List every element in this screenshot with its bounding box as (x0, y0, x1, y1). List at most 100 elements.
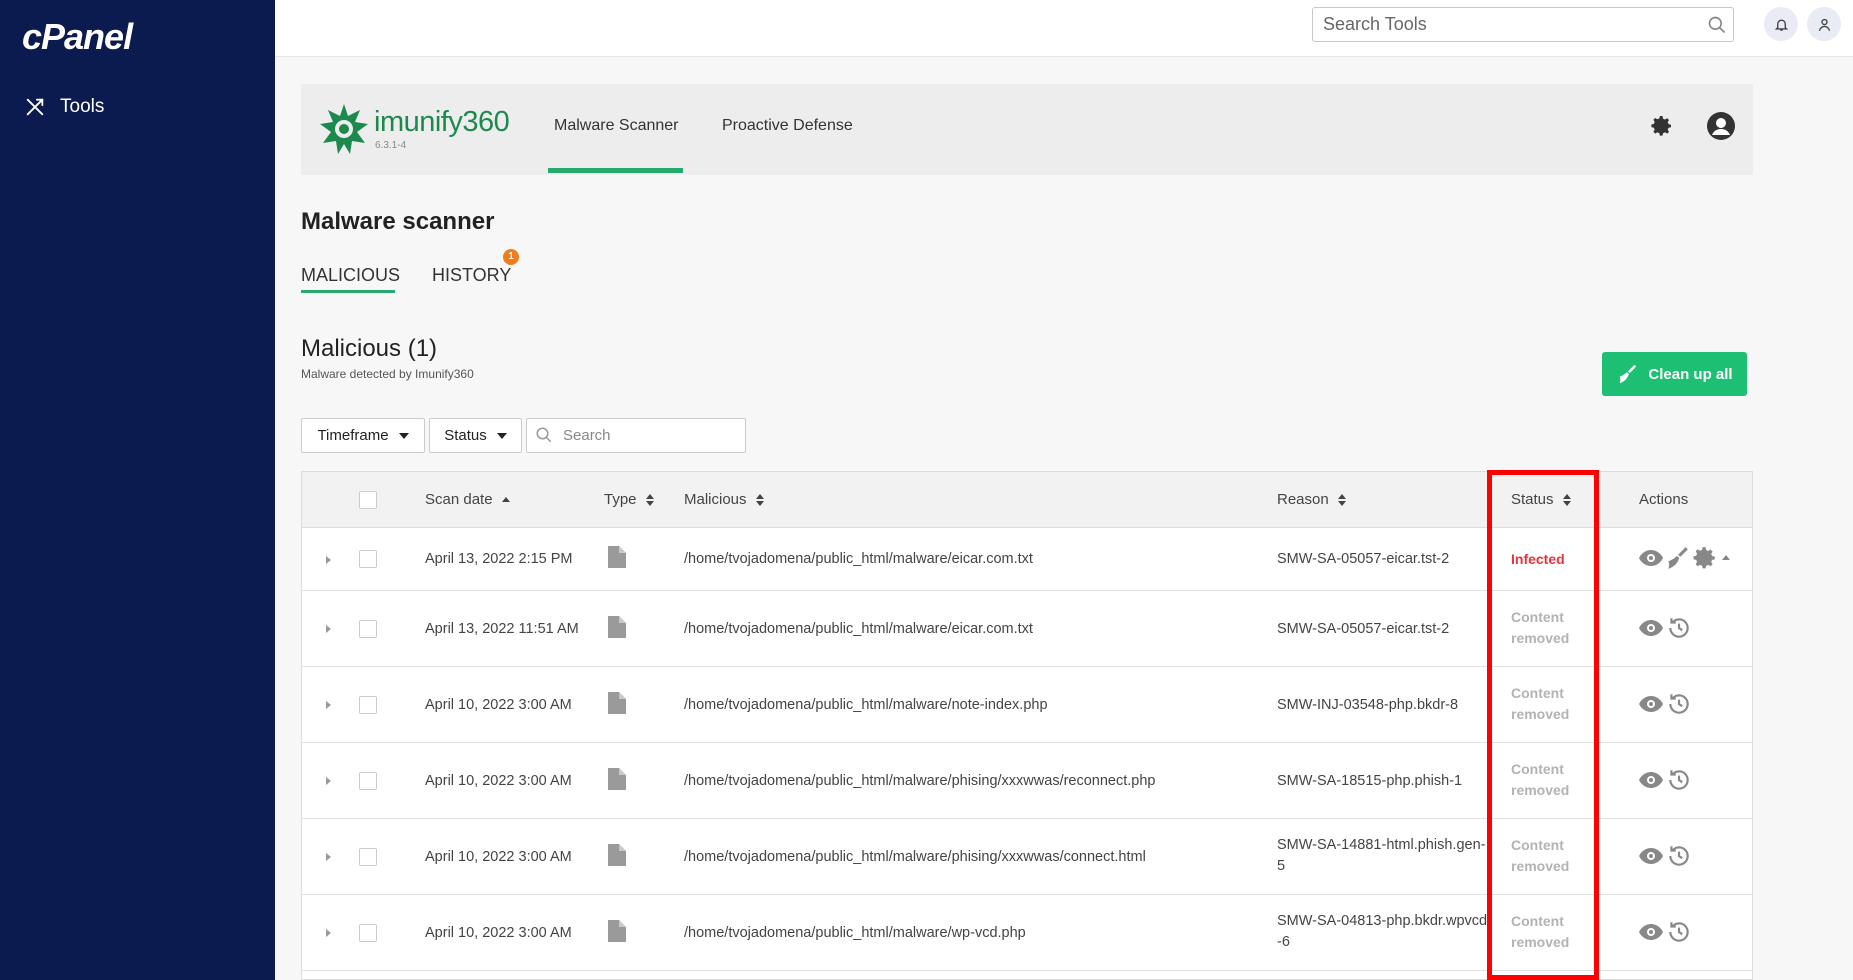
sort-icon (1337, 493, 1346, 506)
reason-line: SMW-SA-04813-php.bkdr.wpvcd (1277, 913, 1487, 929)
history-icon[interactable] (1666, 615, 1692, 641)
account-icon[interactable] (1706, 111, 1736, 141)
scan-date: April 10, 2022 3:00 AM (425, 773, 572, 789)
imunify-logo-icon (320, 104, 368, 154)
active-tab-indicator (548, 168, 683, 173)
file-icon (608, 920, 626, 942)
eye-icon[interactable] (1638, 545, 1664, 571)
top-bar (275, 0, 1853, 57)
section-subtitle: Malware detected by Imunify360 (301, 367, 474, 381)
tab-malware-scanner[interactable]: Malware Scanner (554, 117, 679, 135)
gear-icon[interactable] (1650, 114, 1674, 138)
scan-date: April 10, 2022 3:00 AM (425, 849, 572, 865)
header-reason[interactable]: Reason (1277, 491, 1346, 508)
tab-malicious[interactable]: MALICIOUS (301, 265, 400, 286)
history-icon[interactable] (1666, 919, 1692, 945)
caret-up-icon[interactable] (1722, 555, 1730, 560)
row-checkbox[interactable] (359, 924, 377, 942)
row-checkbox[interactable] (359, 550, 377, 568)
header-scan-date[interactable]: Scan date (425, 491, 510, 508)
tab-history[interactable]: HISTORY (432, 265, 511, 286)
malicious-path: /home/tvojadomena/public_html/malware/ei… (684, 621, 1033, 637)
reason-line: 5 (1277, 858, 1286, 874)
history-icon[interactable] (1666, 843, 1692, 869)
sidebar: cPanel Tools (0, 0, 275, 980)
file-icon (608, 616, 626, 638)
header-label: Scan date (425, 491, 493, 508)
page-title: Malware scanner (301, 208, 495, 235)
header-label: Reason (1277, 491, 1329, 508)
expand-row-icon[interactable] (326, 777, 331, 785)
sidebar-item-label: Tools (60, 96, 105, 117)
row-checkbox[interactable] (359, 848, 377, 866)
sidebar-item-tools[interactable]: Tools (24, 96, 104, 118)
search-input[interactable] (526, 418, 746, 453)
header-type[interactable]: Type (604, 491, 654, 508)
row-checkbox[interactable] (359, 772, 377, 790)
sort-asc-icon (501, 497, 510, 502)
scan-date: April 10, 2022 3:00 AM (425, 925, 572, 941)
broom-icon (1620, 364, 1637, 384)
eye-icon[interactable] (1638, 691, 1664, 717)
search-icon[interactable] (1707, 15, 1727, 35)
expand-row-icon[interactable] (326, 929, 331, 937)
history-badge: 1 (503, 249, 519, 265)
user-menu-button[interactable] (1807, 7, 1841, 41)
expand-row-icon[interactable] (326, 853, 331, 861)
reason: SMW-SA-18515-php.phish-1 (1277, 773, 1463, 789)
eye-icon[interactable] (1638, 843, 1664, 869)
file-icon (608, 546, 626, 568)
imunify-header: imunify360 6.3.1-4 Malware Scanner Proac… (301, 84, 1753, 175)
reason: SMW-SA-04813-php.bkdr.wpvcd -6 (1277, 911, 1487, 953)
history-icon[interactable] (1666, 767, 1692, 793)
gear-icon[interactable] (1692, 545, 1718, 571)
sort-icon (645, 493, 654, 506)
tools-icon (26, 98, 44, 116)
search-tools-input[interactable] (1312, 7, 1734, 42)
status-dropdown[interactable]: Status (429, 418, 522, 453)
header-label: Malicious (684, 491, 747, 508)
malicious-path: /home/tvojadomena/public_html/malware/ph… (684, 773, 1156, 789)
notifications-button[interactable] (1764, 7, 1798, 41)
row-checkbox[interactable] (359, 696, 377, 714)
imunify-version: 6.3.1-4 (375, 140, 407, 151)
chevron-down-icon (398, 432, 409, 439)
row-checkbox[interactable] (359, 620, 377, 638)
subtab-active-indicator (301, 290, 395, 293)
eye-icon[interactable] (1638, 767, 1664, 793)
header-label: Actions (1639, 491, 1689, 508)
broom-icon[interactable] (1664, 545, 1690, 571)
cpanel-logo[interactable]: cPanel (22, 16, 133, 58)
history-icon[interactable] (1666, 691, 1692, 717)
bell-icon (1774, 18, 1788, 31)
eye-icon[interactable] (1638, 615, 1664, 641)
malicious-path: /home/tvojadomena/public_html/malware/ei… (684, 551, 1033, 567)
file-icon (608, 692, 626, 714)
reason-line: SMW-SA-14881-html.phish.gen- (1277, 837, 1486, 853)
header-label: Type (604, 491, 637, 508)
reason-line: -6 (1277, 934, 1290, 950)
expand-row-icon[interactable] (326, 556, 331, 564)
expand-row-icon[interactable] (326, 625, 331, 633)
status-label: Status (444, 427, 487, 444)
malicious-path: /home/tvojadomena/public_html/malware/ph… (684, 849, 1146, 865)
select-all-checkbox[interactable] (359, 491, 377, 509)
clean-up-all-button[interactable]: Clean up all (1602, 352, 1747, 396)
timeframe-dropdown[interactable]: Timeframe (301, 418, 425, 453)
scan-date: April 13, 2022 2:15 PM (425, 551, 573, 567)
user-icon (1818, 18, 1830, 31)
malicious-path: /home/tvojadomena/public_html/malware/wp… (684, 925, 1026, 941)
section-title: Malicious (1) (301, 335, 438, 362)
tab-proactive-defense[interactable]: Proactive Defense (722, 117, 853, 135)
file-icon (608, 844, 626, 866)
eye-icon[interactable] (1638, 919, 1664, 945)
header-actions: Actions (1639, 491, 1688, 508)
expand-row-icon[interactable] (326, 701, 331, 709)
scan-date: April 10, 2022 3:00 AM (425, 697, 572, 713)
search-icon (536, 427, 552, 443)
header-malicious[interactable]: Malicious (684, 491, 764, 508)
file-icon (608, 768, 626, 790)
reason: SMW-SA-14881-html.phish.gen- 5 (1277, 835, 1485, 877)
status-column-highlight (1487, 470, 1599, 980)
chevron-down-icon (496, 432, 507, 439)
